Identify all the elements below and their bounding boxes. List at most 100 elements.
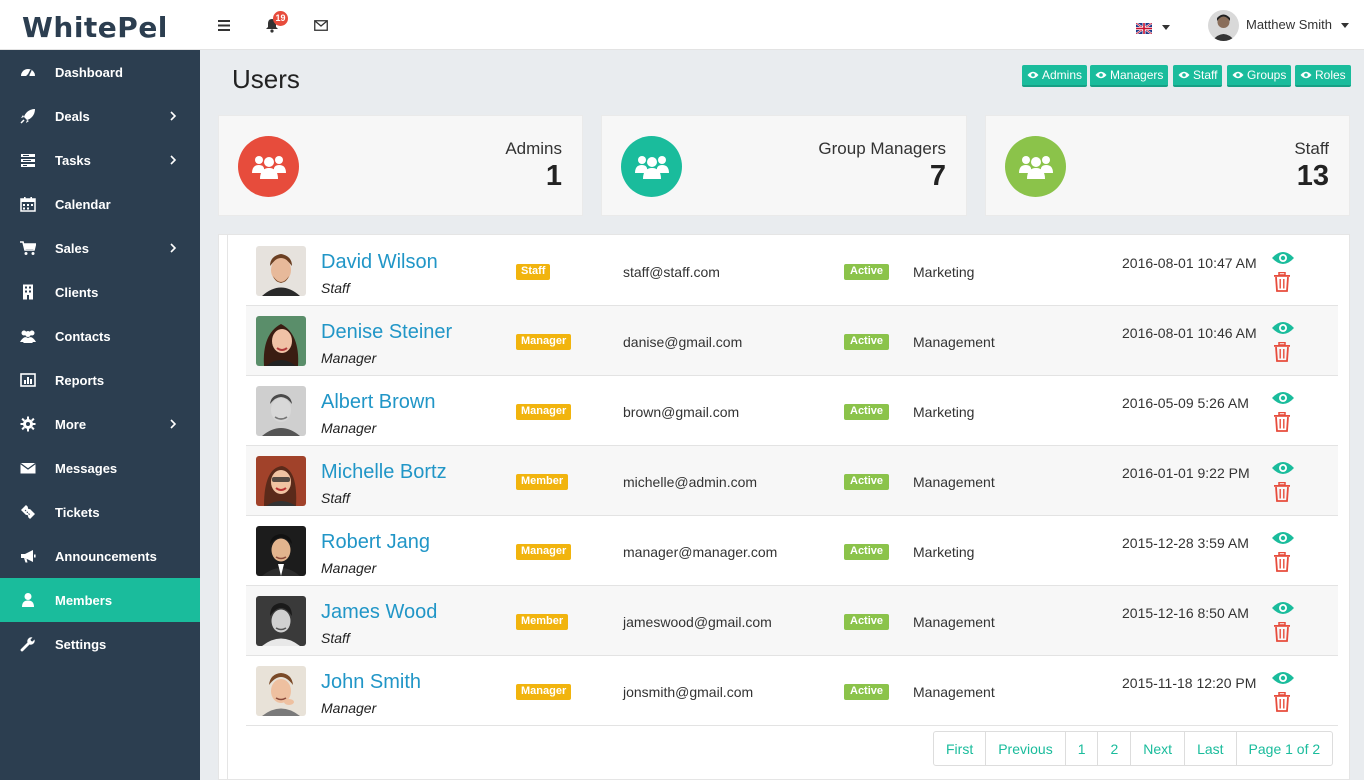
chevron-right-icon: [170, 419, 177, 429]
sidebar-item-label: Calendar: [55, 197, 111, 212]
sidebar-item-label: Tickets: [55, 505, 100, 520]
filter-managers-button[interactable]: Managers: [1090, 65, 1169, 87]
sidebar-item-tasks[interactable]: Tasks: [0, 138, 200, 182]
user-name-link[interactable]: Michelle Bortz: [321, 461, 447, 484]
filter-groups-button[interactable]: Groups: [1227, 65, 1292, 87]
role-badge: Manager: [516, 684, 572, 700]
sidebar-item-calendar[interactable]: Calendar: [0, 182, 200, 226]
user-department: Marketing: [913, 544, 975, 560]
eye-icon: [1300, 71, 1312, 79]
sidebar-item-announcements[interactable]: Announcements: [0, 534, 200, 578]
role-badge: Member: [516, 474, 569, 490]
pagination-previous[interactable]: Previous: [986, 732, 1066, 765]
pagination-last[interactable]: Last: [1185, 732, 1237, 765]
eye-icon: [1027, 71, 1039, 79]
app-logo[interactable]: WhitePel: [0, 0, 200, 50]
filter-label: Roles: [1315, 68, 1346, 82]
sidebar-item-sales[interactable]: Sales: [0, 226, 200, 270]
sidebar-item-tickets[interactable]: Tickets: [0, 490, 200, 534]
user-name-link[interactable]: Albert Brown: [321, 391, 436, 414]
filter-staff-button[interactable]: Staff: [1173, 65, 1223, 87]
eye-icon: [1178, 71, 1190, 79]
eye-icon[interactable]: [1271, 600, 1295, 616]
status-badge: Active: [844, 334, 890, 350]
table-row: James Wood Staff Member jameswood@gmail.…: [246, 586, 1338, 656]
user-date: 2015-12-28 3:59 AM: [1122, 535, 1249, 551]
user-name-label: Matthew Smith: [1246, 17, 1332, 32]
uk-flag-icon[interactable]: [1135, 21, 1153, 35]
eye-icon[interactable]: [1271, 250, 1295, 266]
trash-icon[interactable]: [1273, 552, 1291, 572]
table-row: John Smith Manager Manager jonsmith@gmai…: [246, 656, 1338, 726]
filter-admins-button[interactable]: Admins: [1022, 65, 1088, 87]
user-name-link[interactable]: Denise Steiner: [321, 321, 452, 344]
group-icon: [238, 136, 299, 197]
eye-icon[interactable]: [1271, 670, 1295, 686]
envelope-icon[interactable]: [311, 15, 331, 35]
user-role: Manager: [321, 560, 377, 576]
sidebar-item-dashboard[interactable]: Dashboard: [0, 50, 200, 94]
trash-icon[interactable]: [1273, 622, 1291, 642]
language-caret-icon[interactable]: [1162, 25, 1170, 30]
pagination-page-2[interactable]: 2: [1098, 732, 1132, 765]
trash-icon[interactable]: [1273, 692, 1291, 712]
user-email: staff@staff.com: [623, 264, 720, 280]
trash-icon[interactable]: [1273, 342, 1291, 362]
eye-icon[interactable]: [1271, 460, 1295, 476]
sidebar-item-reports[interactable]: Reports: [0, 358, 200, 402]
status-badge: Active: [844, 264, 890, 280]
stat-label: Group Managers: [818, 139, 946, 158]
avatar: [256, 246, 306, 296]
pagination-next[interactable]: Next: [1131, 732, 1186, 765]
table-row: Albert Brown Manager Manager brown@gmail…: [246, 376, 1338, 446]
trash-icon[interactable]: [1273, 482, 1291, 502]
sidebar-item-settings[interactable]: Settings: [0, 622, 200, 666]
sidebar-item-deals[interactable]: Deals: [0, 94, 200, 138]
stat-card-admins: Admins 1: [218, 115, 583, 216]
eye-icon: [1232, 71, 1244, 79]
eye-icon[interactable]: [1271, 530, 1295, 546]
user-name-link[interactable]: David Wilson: [321, 251, 438, 274]
user-email: jameswood@gmail.com: [623, 614, 772, 630]
user-name-link[interactable]: John Smith: [321, 671, 421, 694]
pagination-page-1[interactable]: 1: [1066, 732, 1099, 765]
trash-icon[interactable]: [1273, 272, 1291, 292]
calendar-icon: [20, 197, 36, 212]
filter-roles-button[interactable]: Roles: [1295, 65, 1351, 87]
pagination-first[interactable]: First: [934, 732, 987, 765]
user-caret-icon: [1340, 23, 1349, 29]
status-badge: Active: [844, 474, 890, 490]
stat-label: Admins: [505, 139, 562, 158]
envelope-icon: [20, 462, 36, 474]
user-avatar[interactable]: [1208, 10, 1239, 41]
rocket-icon: [20, 109, 35, 124]
user-name-link[interactable]: James Wood: [321, 601, 437, 624]
role-badge: Manager: [516, 404, 572, 420]
gear-icon: [20, 416, 36, 432]
sidebar-item-contacts[interactable]: Contacts: [0, 314, 200, 358]
user-icon: [22, 593, 34, 607]
eye-icon[interactable]: [1271, 390, 1295, 406]
user-department: Management: [913, 334, 995, 350]
trash-icon[interactable]: [1273, 412, 1291, 432]
sidebar-item-more[interactable]: More: [0, 402, 200, 446]
user-name-link[interactable]: Robert Jang: [321, 531, 430, 554]
cart-icon: [20, 241, 36, 255]
eye-icon[interactable]: [1271, 320, 1295, 336]
sidebar-item-members[interactable]: Members: [0, 578, 200, 622]
sidebar-item-messages[interactable]: Messages: [0, 446, 200, 490]
filter-label: Admins: [1042, 68, 1083, 82]
sidebar-item-clients[interactable]: Clients: [0, 270, 200, 314]
role-badge: Manager: [516, 334, 572, 350]
sidebar-item-label: More: [55, 417, 87, 432]
eye-icon: [1095, 71, 1107, 79]
user-role: Manager: [321, 420, 377, 436]
chevron-right-icon: [170, 243, 177, 253]
user-menu[interactable]: Matthew Smith: [1246, 17, 1349, 32]
ticket-icon: [21, 505, 35, 519]
filter-label: Groups: [1247, 68, 1287, 82]
sidebar-item-label: Settings: [55, 637, 107, 652]
users-icon: [20, 330, 36, 343]
menu-toggle-icon[interactable]: [214, 15, 234, 35]
table-row: David Wilson Staff Staff staff@staff.com…: [246, 236, 1338, 306]
